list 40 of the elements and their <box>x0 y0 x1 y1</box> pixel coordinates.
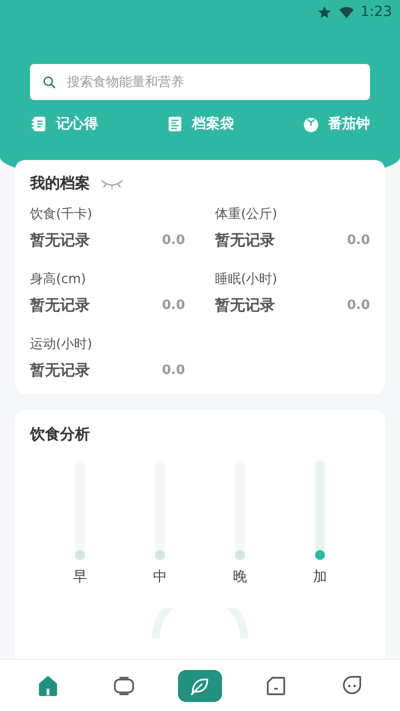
metric-label: 身高(cm) <box>30 271 87 288</box>
metric-value: 0.0 <box>162 298 185 313</box>
center-tab-button[interactable] <box>178 670 222 702</box>
metric-label: 饮食(千卡) <box>30 206 94 223</box>
document-icon <box>166 115 184 133</box>
metric-status: 暂无记录 <box>215 231 275 250</box>
card-title: 我的档案 <box>30 174 90 193</box>
meal-label: 中 <box>153 568 167 586</box>
tv-icon <box>113 674 135 696</box>
meal-label: 加 <box>313 568 327 586</box>
search-input[interactable]: 搜索食物能量和营养 <box>65 74 358 90</box>
shortcut-button[interactable]: 记心得 <box>30 115 98 133</box>
metric-status: 暂无记录 <box>215 296 275 315</box>
shortcut-button[interactable]: 档案袋 <box>166 115 234 133</box>
metric-status: 暂无记录 <box>30 231 90 250</box>
face-icon <box>341 674 363 696</box>
meal-bar[interactable] <box>315 460 325 560</box>
metric-status: 暂无记录 <box>30 361 90 380</box>
search-icon <box>42 74 57 90</box>
meal-label: 早 <box>73 568 87 586</box>
metric-label: 睡眠(小时) <box>215 271 278 288</box>
metric-value: 0.0 <box>346 233 370 248</box>
metric-label: 运动(小时) <box>30 336 94 353</box>
meal-label: 晚 <box>233 568 247 586</box>
closed-eye-icon[interactable] <box>100 178 124 190</box>
search-bar[interactable]: 搜索食物能量和营养 <box>30 64 370 100</box>
card-title: 饮食分析 <box>30 425 91 444</box>
shortcut-button[interactable]: 番茄钟 <box>302 115 370 133</box>
metric-value: 0.0 <box>346 298 370 313</box>
metric-label: 体重(公斤) <box>215 206 278 223</box>
wifi-icon <box>338 4 355 20</box>
status-time: 1:23 <box>360 4 392 20</box>
metric-value: 0.0 <box>162 363 185 378</box>
tomato-icon <box>302 115 320 133</box>
metric-status: 暂无记录 <box>30 296 90 315</box>
star-icon <box>316 4 332 20</box>
folder-icon <box>265 674 287 696</box>
notebook-icon <box>30 115 48 133</box>
home-icon <box>37 674 59 696</box>
metric-value: 0.0 <box>162 233 185 248</box>
